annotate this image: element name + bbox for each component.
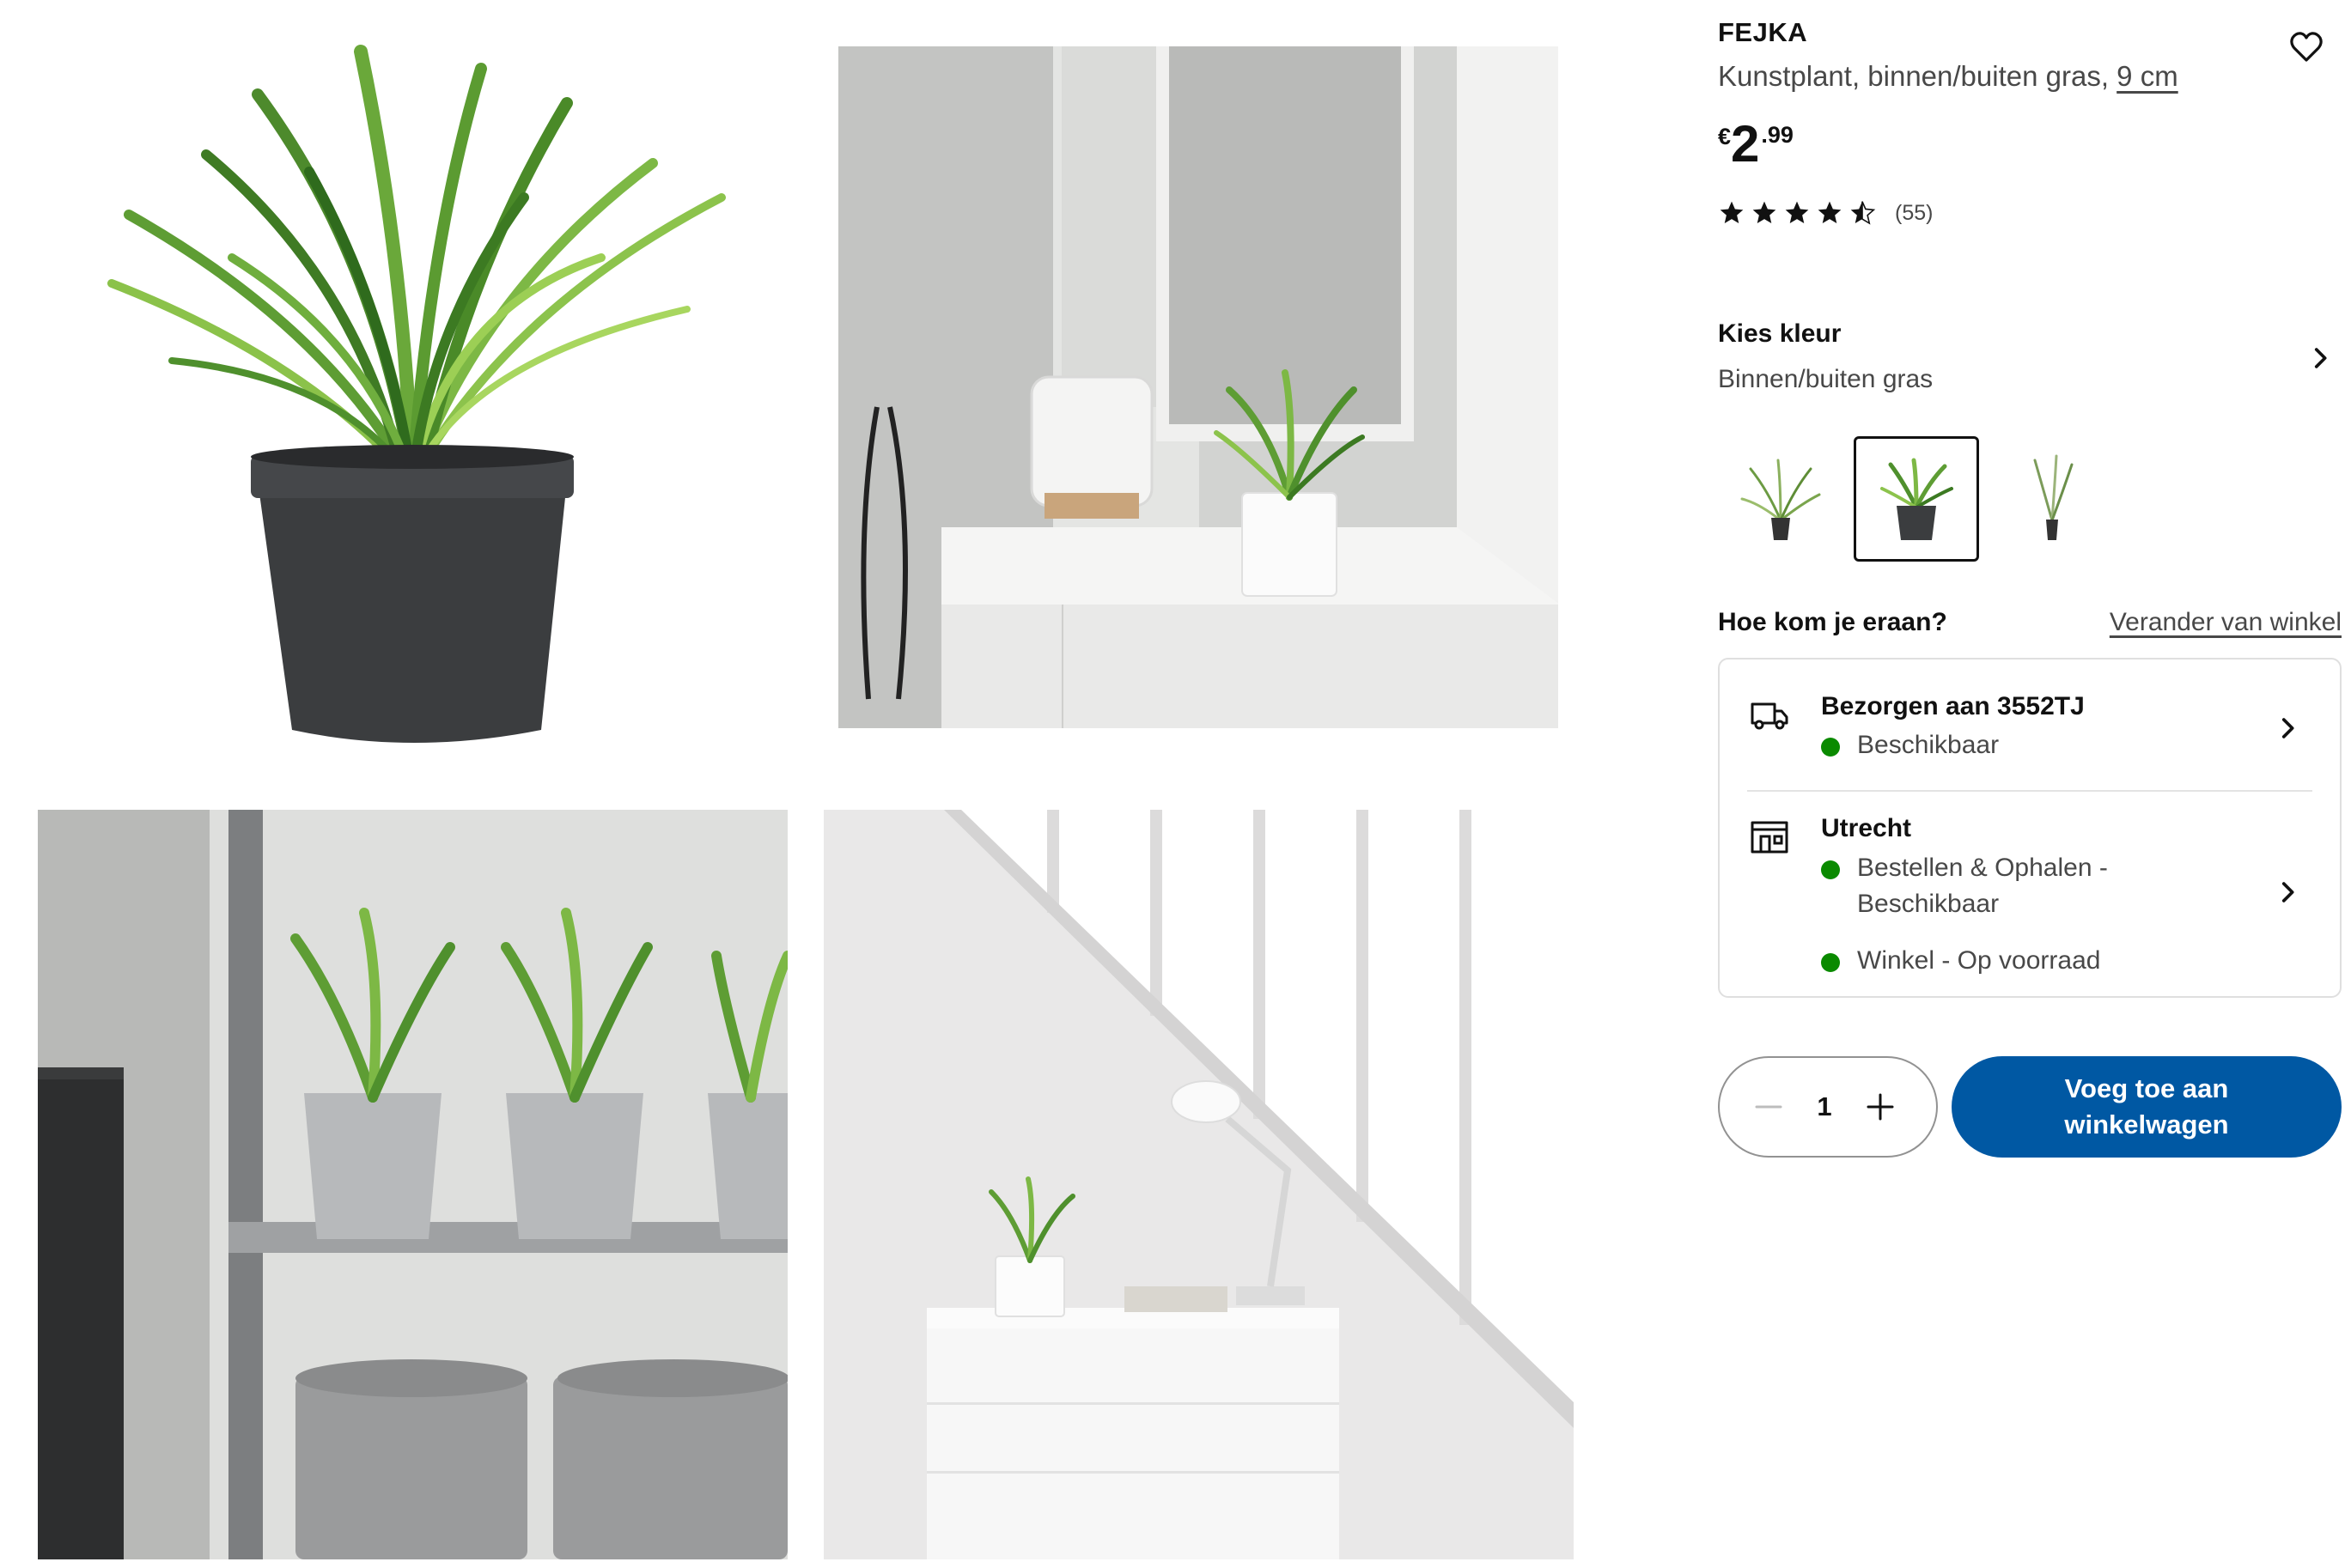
available-dot xyxy=(1821,738,1840,757)
delivery-option[interactable]: Bezorgen aan 3552TJ Beschikbaar xyxy=(1720,659,2340,790)
grass-slim-variant-icon xyxy=(2033,454,2074,540)
truck-icon xyxy=(1751,702,1788,730)
add-to-cart-button[interactable]: Voeg toe aan winkelwagen xyxy=(1952,1056,2342,1158)
plus-icon xyxy=(1867,1093,1894,1121)
store-status-2: Winkel - Op voorraad xyxy=(1821,946,2100,975)
price: € 2 .99 xyxy=(1718,112,1794,172)
store-icon xyxy=(1751,821,1788,854)
available-dot xyxy=(1821,953,1840,972)
star-full-icon xyxy=(1785,201,1809,223)
grass-black-pot-variant-icon xyxy=(1880,458,1953,540)
product-description: Kunstplant, binnen/buiten gras, 9 cm xyxy=(1718,60,2178,93)
star-full-icon xyxy=(1720,201,1744,223)
price-currency: € xyxy=(1718,124,1732,149)
selected-color-label: Binnen/buiten gras xyxy=(1718,365,1934,393)
grass-plant-image xyxy=(0,0,825,783)
rating[interactable]: (55) xyxy=(1718,199,1933,227)
product-image-hallway[interactable] xyxy=(838,46,1558,728)
rating-stars xyxy=(1718,199,1876,227)
store-status-1: Bestellen & Ophalen - Beschikbaar xyxy=(1821,854,2108,919)
staircase-scene-image xyxy=(824,810,1574,1559)
minus-icon xyxy=(1755,1105,1782,1109)
star-full-icon xyxy=(1818,201,1842,223)
store-status-1-text-b: Beschikbaar xyxy=(1857,890,2000,918)
change-store-link[interactable]: Verander van winkel xyxy=(2110,608,2342,637)
price-decimal: .99 xyxy=(1761,122,1794,148)
increase-quantity-button[interactable] xyxy=(1850,1077,1910,1137)
variant-thumb-3[interactable] xyxy=(1989,436,2115,562)
store-status-1-text: Bestellen & Ophalen - xyxy=(1857,854,2108,882)
chevron-right-icon[interactable] xyxy=(2305,343,2335,373)
store-status-2-text: Winkel - Op voorraad xyxy=(1857,946,2101,975)
rating-count: (55) xyxy=(1895,200,1934,225)
availability-box: Bezorgen aan 3552TJ Beschikbaar Utrecht … xyxy=(1718,658,2342,998)
chevron-right-icon xyxy=(2281,882,2294,903)
delivery-status-text: Beschikbaar xyxy=(1857,731,2000,759)
delivery-status: Beschikbaar xyxy=(1821,731,1999,760)
availability-title: Hoe kom je eraan? xyxy=(1718,608,1947,636)
color-variants xyxy=(1718,436,2125,562)
available-dot xyxy=(1821,860,1840,879)
store-status-1-row: Bestellen & Ophalen - xyxy=(1821,854,2108,883)
product-size-link[interactable]: 9 cm xyxy=(2117,60,2178,92)
color-section-title: Kies kleur xyxy=(1718,319,1842,348)
product-name: FEJKA xyxy=(1718,17,1808,47)
product-image-main[interactable] xyxy=(0,0,825,783)
quantity-stepper: 1 xyxy=(1718,1056,1938,1158)
product-description-text: Kunstplant, binnen/buiten gras, xyxy=(1718,60,2117,92)
decrease-quantity-button[interactable] xyxy=(1739,1077,1799,1137)
product-info-panel: FEJKA Kunstplant, binnen/buiten gras, 9 … xyxy=(1718,0,2342,1568)
shelf-scene-image xyxy=(38,810,788,1559)
favorite-button[interactable] xyxy=(2285,26,2328,69)
star-half-icon xyxy=(1850,201,1876,225)
star-full-icon xyxy=(1752,201,1776,223)
quantity-value[interactable]: 1 xyxy=(1799,1091,1850,1122)
store-title: Utrecht xyxy=(1821,814,1912,842)
heart-icon xyxy=(2290,32,2323,62)
chevron-right-icon xyxy=(2281,718,2294,738)
price-integer: 2 xyxy=(1731,115,1760,173)
product-image-shelf[interactable] xyxy=(38,810,788,1559)
delivery-title: Bezorgen aan 3552TJ xyxy=(1821,692,2085,720)
hallway-scene-image xyxy=(838,46,1558,728)
grass-tall-variant-icon xyxy=(1740,459,1821,540)
product-image-staircase[interactable] xyxy=(824,810,1574,1559)
store-option[interactable]: Utrecht Bestellen & Ophalen - Beschikbaa… xyxy=(1720,792,2340,998)
variant-thumb-1[interactable] xyxy=(1718,436,1843,562)
variant-thumb-2[interactable] xyxy=(1854,436,1979,562)
